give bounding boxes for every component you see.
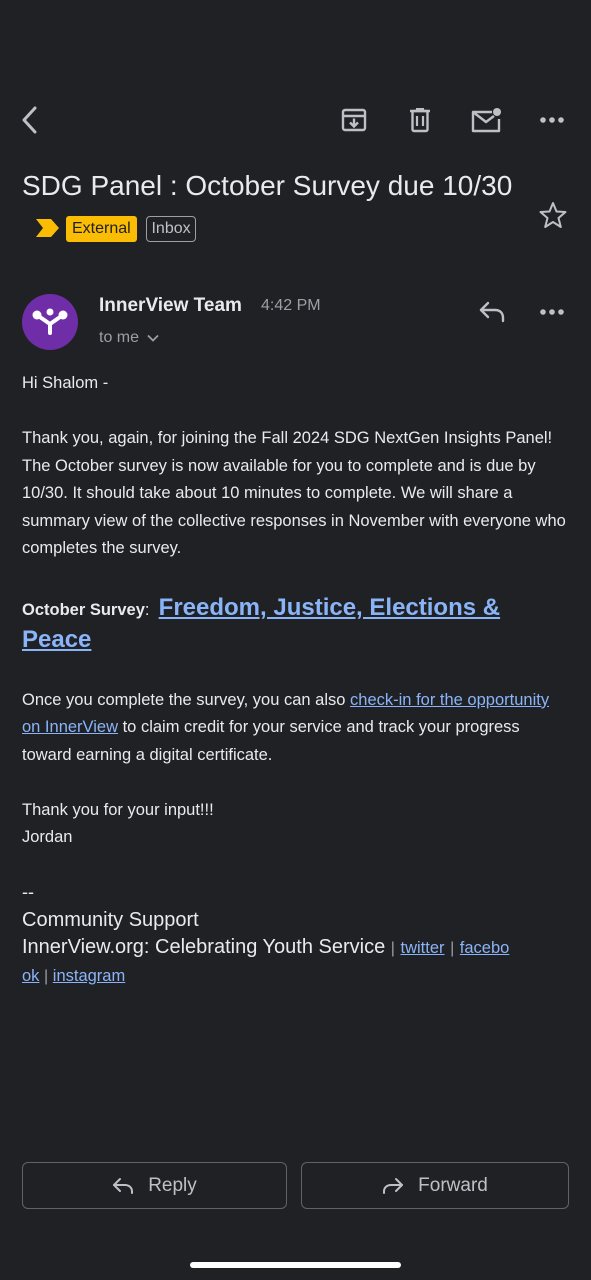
recipient-details-toggle[interactable]: to me [99,329,160,347]
message-more-button[interactable] [532,292,572,332]
importance-marker-icon[interactable] [36,207,60,251]
archive-icon [341,108,367,132]
home-indicator[interactable] [190,1262,401,1268]
subject-text: SDG Panel : October Survey due 10/30 [22,170,513,201]
signoff-name: Jordan [22,828,73,846]
signature-links-line: ok | instagram [22,963,570,991]
forward-button[interactable]: Forward [301,1162,569,1209]
separator: | [450,940,455,957]
more-horizontal-icon [540,117,564,123]
signature-org-line: InnerView.org: Celebrating Youth Service… [22,934,570,963]
chevron-down-icon [147,334,160,342]
survey-label: October Survey [22,600,145,619]
greeting: Hi Shalom - [22,374,109,392]
archive-button[interactable] [334,100,374,140]
separator: | [44,967,49,985]
more-options-button[interactable] [532,100,572,140]
delete-button[interactable] [400,100,440,140]
instagram-link[interactable]: instagram [53,967,125,985]
signature-org: InnerView.org: Celebrating Youth Service [22,936,386,958]
reply-quick-button[interactable] [472,292,512,332]
inbox-label[interactable]: Inbox [146,215,196,242]
reply-icon [113,1177,134,1194]
reply-button[interactable]: Reply [22,1162,287,1209]
external-badge: External [66,215,137,242]
trash-icon [410,108,430,133]
top-toolbar [0,100,591,140]
separator: | [390,940,395,957]
back-button[interactable] [10,100,50,140]
thanks-line: Thank you for your input!!! [22,800,214,819]
body-paragraph: Thank you, again, for joining the Fall 2… [22,429,566,557]
reply-label: Reply [148,1174,197,1196]
facebook-link[interactable]: facebo [460,939,510,957]
email-body: Hi Shalom - Thank you, again, for joinin… [22,370,570,990]
reply-icon [479,301,505,323]
facebook-link-continued[interactable]: ok [22,967,39,985]
email-view: SDG Panel : October Survey due 10/30 Exte… [0,0,591,1280]
back-arrow-icon [22,106,37,134]
mark-unread-button[interactable] [466,100,506,140]
sender-avatar[interactable] [22,294,78,350]
signature-team: Community Support [22,908,199,931]
email-subject: SDG Panel : October Survey due 10/30 Exte… [22,164,522,254]
sender-name[interactable]: InnerView Team [99,295,242,317]
forward-icon [383,1177,404,1194]
survey-line: October Survey: Freedom, Justice, Electi… [22,593,570,657]
star-icon [539,202,567,228]
star-button[interactable] [536,198,570,232]
mail-unread-icon [471,108,501,133]
innerview-logo-icon [32,308,68,335]
signature-separator: -- [22,882,34,902]
email-time: 4:42 PM [261,297,321,314]
forward-label: Forward [418,1174,488,1196]
recipient-label: to me [99,329,140,346]
twitter-link[interactable]: twitter [400,939,444,957]
body-paragraph-checkin: Once you complete the survey, you can al… [22,687,570,770]
paragraph-text: Once you complete the survey, you can al… [22,690,351,709]
more-horizontal-icon [540,309,564,315]
survey-colon: : [144,600,150,619]
